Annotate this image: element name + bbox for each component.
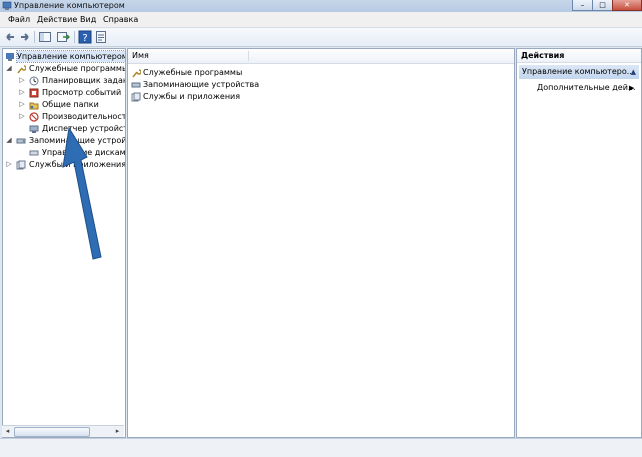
scrollbar-thumb[interactable] <box>14 427 90 437</box>
expand-arrow-icon[interactable]: ▷ <box>18 111 26 122</box>
tree-root[interactable]: Управление компьютером (л <box>3 50 125 63</box>
more-actions-label: Дополнительные дей... <box>537 83 636 92</box>
scroll-left-icon[interactable]: ◂ <box>3 427 12 436</box>
show-hide-tree-icon[interactable] <box>38 30 52 44</box>
column-header-label: Имя <box>132 51 149 60</box>
submenu-arrow-icon: ▶ <box>629 84 635 92</box>
menu-view[interactable]: Вид <box>80 12 96 27</box>
storage-icon <box>16 138 26 144</box>
menu-action[interactable]: Действие <box>37 12 77 27</box>
clock-icon <box>29 76 39 86</box>
tree-item-label: Диспетчер устройств <box>42 124 126 133</box>
tree-item-task-scheduler[interactable]: ▷ Планировщик заданий <box>3 75 125 86</box>
tree-item-label: Запоминающие устройст <box>29 136 126 145</box>
tools-icon <box>132 69 141 78</box>
title-bar: Управление компьютером – □ ✕ <box>0 0 642 12</box>
toolbar: ? <box>0 28 642 47</box>
storage-icon <box>131 82 141 88</box>
performance-icon <box>29 112 39 122</box>
tree-item-label: Общие папки <box>42 100 99 109</box>
back-arrow-icon[interactable] <box>3 30 17 44</box>
scroll-right-icon[interactable]: ▸ <box>113 427 122 436</box>
toolbar-separator <box>34 31 35 43</box>
window-title: Управление компьютером <box>14 1 125 10</box>
expand-arrow-icon[interactable]: ▷ <box>18 75 26 86</box>
tree-item-label: Службы и приложения <box>29 160 126 169</box>
results-pane: Имя Служебные программы Запоминающие уст… <box>127 48 515 438</box>
tree-item-device-manager[interactable]: Диспетчер устройств <box>3 123 125 134</box>
list-item-label: Службы и приложения <box>143 92 241 101</box>
computer-management-window: Управление компьютером – □ ✕ Файл Действ… <box>0 0 642 457</box>
minimize-button[interactable]: – <box>572 0 593 11</box>
device-manager-icon <box>29 125 39 133</box>
actions-section-label: Управление компьютеро... <box>522 67 635 76</box>
expand-arrow-icon[interactable]: ▷ <box>5 159 13 170</box>
close-icon: ✕ <box>624 1 630 9</box>
tree-item-shared-folders[interactable]: ▷ Общие папки <box>3 99 125 110</box>
minimize-icon: – <box>580 1 585 9</box>
tree-item-label: Служебные программы <box>29 64 126 73</box>
tree-item-event-viewer[interactable]: ▷ Просмотр событий <box>3 87 125 98</box>
shared-folder-icon <box>29 102 39 110</box>
tree-item-disk-management[interactable]: Управление дисками <box>3 147 125 158</box>
properties-icon[interactable] <box>94 30 108 44</box>
menu-bar: Файл Действие Вид Справка <box>0 12 642 28</box>
services-icon <box>16 160 26 170</box>
tree-item-system-tools[interactable]: ◢ Служебные программы <box>3 63 125 74</box>
expand-arrow-icon[interactable]: ▷ <box>18 87 26 98</box>
svg-text:?: ? <box>82 33 87 44</box>
tree-item-label: Производительность <box>42 112 126 121</box>
tree-item-label: Просмотр событий <box>42 88 122 97</box>
help-icon[interactable]: ? <box>78 30 92 44</box>
toolbar-separator <box>74 31 75 43</box>
export-list-icon[interactable] <box>56 30 70 44</box>
list-item-label: Запоминающие устройства <box>143 80 260 89</box>
tree-item-services[interactable]: ▷ Службы и приложения <box>3 159 125 170</box>
computer-management-icon <box>6 53 14 61</box>
maximize-button[interactable]: □ <box>592 0 613 11</box>
tools-icon <box>17 65 26 74</box>
column-header-name[interactable]: Имя <box>128 49 514 64</box>
computer-management-icon <box>2 1 12 10</box>
console-tree: Управление компьютером (л ◢ Служебные пр… <box>2 48 126 438</box>
close-button[interactable]: ✕ <box>612 0 642 11</box>
column-divider[interactable] <box>248 51 249 61</box>
tree-item-performance[interactable]: ▷ Производительность <box>3 111 125 122</box>
actions-pane: Действия Управление компьютеро... ▲ Допо… <box>516 48 642 438</box>
tree-item-label: Управление компьютером (л <box>16 50 125 63</box>
tree-item-label: Планировщик заданий <box>42 76 125 85</box>
actions-section-header[interactable]: Управление компьютеро... ▲ <box>519 65 639 79</box>
collapse-arrow-icon[interactable]: ◢ <box>5 63 13 74</box>
menu-file[interactable]: Файл <box>8 12 30 27</box>
actions-title: Действия <box>517 49 641 63</box>
list-item-label: Служебные программы <box>143 68 243 77</box>
forward-arrow-icon[interactable] <box>18 30 32 44</box>
event-viewer-icon <box>29 88 39 98</box>
status-bar <box>0 438 642 457</box>
tree-horizontal-scrollbar[interactable]: ◂ ▸ <box>2 425 124 437</box>
tree-item-storage[interactable]: ◢ Запоминающие устройст <box>3 135 125 146</box>
tree-item-label: Управление дисками <box>42 148 126 157</box>
more-actions-item[interactable]: Дополнительные дей... ▶ <box>537 82 636 94</box>
collapse-up-icon[interactable]: ▲ <box>631 65 636 79</box>
services-icon <box>131 92 141 102</box>
collapse-arrow-icon[interactable]: ◢ <box>5 135 13 146</box>
maximize-icon: □ <box>599 1 606 9</box>
disk-icon <box>29 150 39 156</box>
expand-arrow-icon[interactable]: ▷ <box>18 99 26 110</box>
menu-help[interactable]: Справка <box>103 12 138 27</box>
